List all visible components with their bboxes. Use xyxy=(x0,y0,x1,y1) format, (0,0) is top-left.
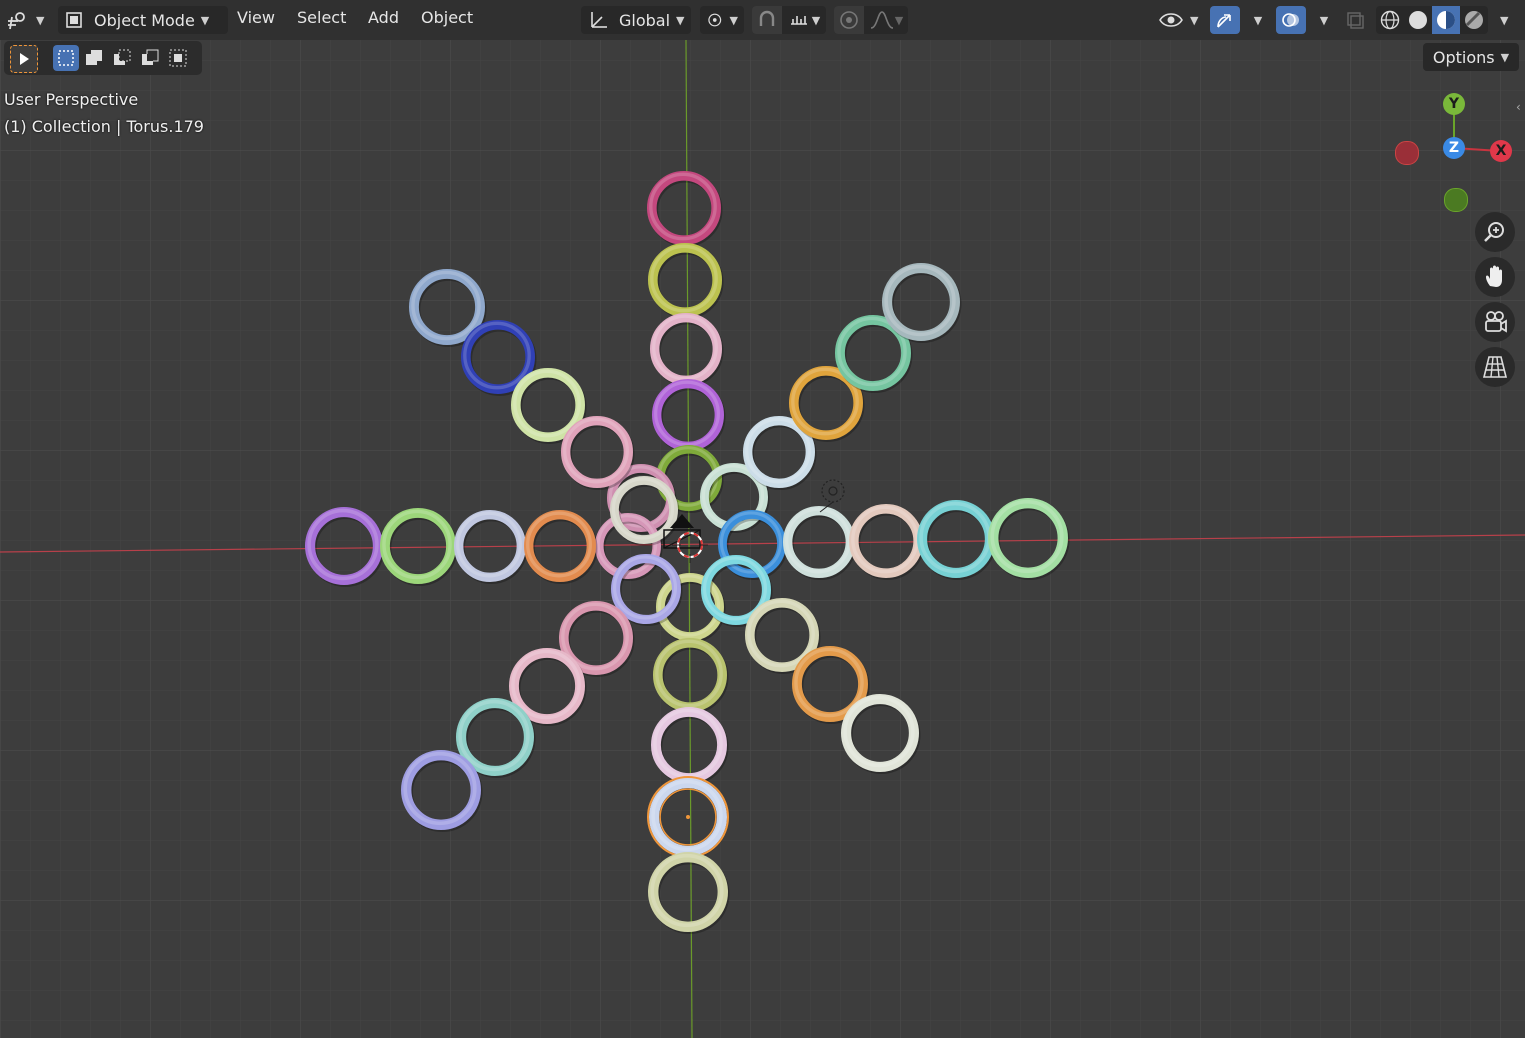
visibility-dropdown[interactable]: ▼ xyxy=(1158,6,1198,34)
chevron-down-icon: ▼ xyxy=(894,13,904,27)
select-extend-icon xyxy=(86,50,102,65)
select-subtract-icon xyxy=(114,49,131,65)
eye-icon xyxy=(1159,13,1183,27)
options-label: Options xyxy=(1432,47,1495,67)
menu-object[interactable]: Object xyxy=(421,8,473,27)
gizmo-neg-x-axis[interactable] xyxy=(1395,141,1419,165)
hand-icon xyxy=(1486,265,1502,287)
material-shading-button[interactable] xyxy=(1432,6,1460,34)
gizmo-neg-y-axis[interactable] xyxy=(1444,188,1468,212)
shading-group xyxy=(1376,6,1488,34)
view-name-label: User Perspective xyxy=(4,90,139,109)
mode-dropdown[interactable]: Object Mode ▼ xyxy=(58,6,228,34)
solid-sphere-icon xyxy=(1409,11,1427,29)
chevron-down-icon: ▼ xyxy=(729,13,738,27)
camera-icon xyxy=(1485,311,1507,333)
gizmo-toggle-group: ▼ xyxy=(1210,6,1270,34)
overlay-dropdown[interactable]: ▼ xyxy=(1306,6,1336,34)
falloff-curve-icon xyxy=(870,11,894,29)
transform-orientation-dropdown[interactable]: Global ▼ xyxy=(581,6,691,34)
select-invert-button[interactable] xyxy=(137,45,163,71)
menu-add[interactable]: Add xyxy=(368,8,399,27)
menu-view[interactable]: View xyxy=(237,8,275,27)
select-intersect-button[interactable] xyxy=(165,45,191,71)
object-mode-icon xyxy=(66,12,82,28)
proportional-edit-group: ▼ xyxy=(834,6,908,34)
snap-increment-icon xyxy=(790,16,807,25)
grid-perspective-icon xyxy=(1482,356,1508,378)
zoom-button[interactable] xyxy=(1475,212,1515,252)
torus-object-selected[interactable] xyxy=(647,776,729,859)
viewport-header: ▼ Object Mode ▼ View Select Add Object G… xyxy=(0,0,1525,40)
chevron-down-icon: ▼ xyxy=(1253,13,1263,27)
overlay-toggle[interactable] xyxy=(1276,6,1306,34)
active-object-label: (1) Collection | Torus.179 xyxy=(4,117,204,136)
shading-dropdown[interactable]: ▼ xyxy=(1494,6,1508,34)
3d-viewport[interactable] xyxy=(0,0,1525,1038)
gizmo-toggle[interactable] xyxy=(1210,6,1240,34)
select-tool-button[interactable] xyxy=(10,45,38,73)
select-box-icon xyxy=(58,50,74,66)
magnet-icon xyxy=(759,10,775,26)
chevron-down-icon: ▼ xyxy=(200,13,210,27)
select-new-button[interactable] xyxy=(53,45,79,71)
gizmo-dropdown[interactable]: ▼ xyxy=(1240,6,1270,34)
gizmo-icon xyxy=(1217,14,1231,28)
chevron-down-icon: ▼ xyxy=(1500,13,1509,27)
editor-type-button[interactable]: ▼ xyxy=(6,6,44,34)
chevron-down-icon: ▼ xyxy=(36,13,45,27)
overlay-toggle-group: ▼ xyxy=(1276,6,1336,34)
proportional-edit-icon xyxy=(840,11,858,29)
chevron-down-icon: ▼ xyxy=(1319,13,1329,27)
mode-label: Object Mode xyxy=(94,10,195,30)
pan-button[interactable] xyxy=(1475,257,1515,297)
snap-target-dropdown[interactable]: ▼ xyxy=(782,6,826,34)
gizmo-x-axis[interactable]: X xyxy=(1490,140,1512,162)
solid-shading-button[interactable] xyxy=(1404,6,1432,34)
editor-type-icon xyxy=(8,12,25,30)
wireframe-shading-button[interactable] xyxy=(1376,6,1404,34)
orientation-icon xyxy=(591,12,607,28)
chevron-down-icon: ▼ xyxy=(1190,13,1199,27)
snap-toggle[interactable] xyxy=(752,6,782,34)
rendered-shading-button[interactable] xyxy=(1460,6,1488,34)
proportional-edit-toggle[interactable] xyxy=(834,6,864,34)
xray-toggle[interactable] xyxy=(1342,6,1368,34)
pivot-point-dropdown[interactable]: ▼ xyxy=(700,6,744,34)
select-subtract-button[interactable] xyxy=(109,45,135,71)
camera-view-button[interactable] xyxy=(1475,302,1515,342)
perspective-toggle-button[interactable] xyxy=(1475,347,1515,387)
chevron-down-icon: ▼ xyxy=(676,13,685,27)
select-invert-icon xyxy=(142,49,159,65)
overlay-icon xyxy=(1282,13,1299,27)
pivot-icon xyxy=(708,13,722,27)
navigation-gizmo[interactable]: Y Z X xyxy=(1390,90,1516,216)
sidebar-collapse-arrow[interactable]: ‹ xyxy=(1516,100,1521,114)
tool-settings-strip xyxy=(4,41,202,75)
snapping-group: ▼ xyxy=(752,6,826,34)
chevron-down-icon: ▼ xyxy=(1500,50,1510,64)
select-extend-button[interactable] xyxy=(81,45,107,71)
select-intersect-icon xyxy=(169,49,187,67)
chevron-down-icon: ▼ xyxy=(811,13,821,27)
gizmo-z-axis[interactable]: Z xyxy=(1443,137,1465,159)
options-dropdown[interactable]: Options ▼ xyxy=(1423,43,1519,71)
orientation-label: Global xyxy=(619,10,671,30)
menu-select[interactable]: Select xyxy=(297,8,346,27)
wireframe-sphere-icon xyxy=(1380,10,1400,30)
gizmo-y-axis[interactable]: Y xyxy=(1443,93,1465,115)
cursor-arrow-icon xyxy=(20,53,29,65)
xray-icon xyxy=(1347,12,1364,29)
viewport-scene[interactable] xyxy=(0,0,1525,1038)
zoom-icon xyxy=(1484,222,1504,242)
material-sphere-icon xyxy=(1437,11,1455,29)
falloff-dropdown[interactable]: ▼ xyxy=(864,6,908,34)
rendered-sphere-icon xyxy=(1465,11,1483,29)
